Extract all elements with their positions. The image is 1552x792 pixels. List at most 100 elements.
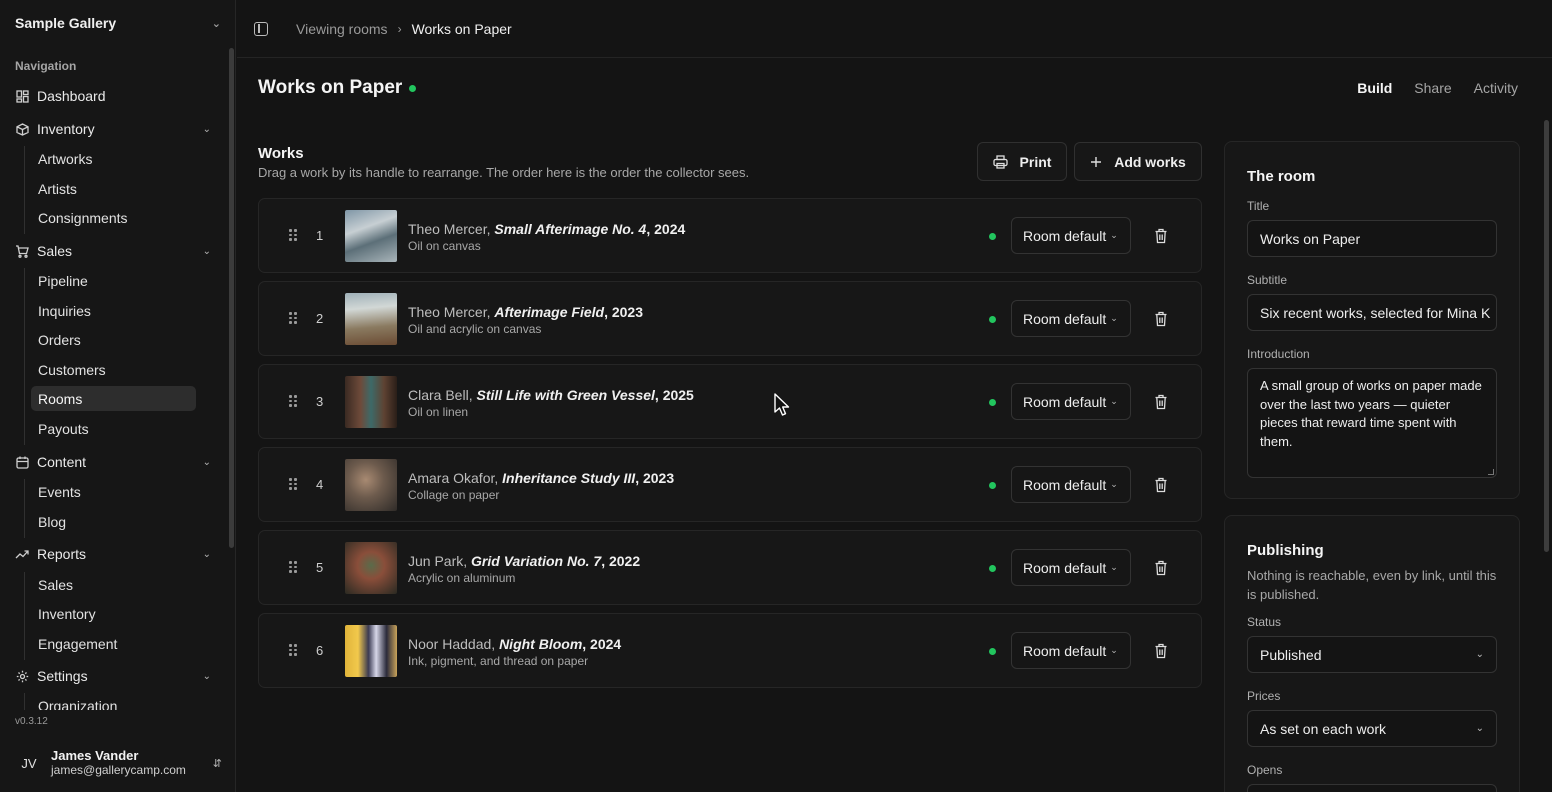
subtitle-label: Subtitle <box>1247 273 1288 287</box>
work-row[interactable]: 6 Noor Haddad, Night Bloom, 2024 Ink, pigm… <box>258 613 1202 688</box>
drag-handle-icon[interactable] <box>289 395 297 407</box>
opens-field[interactable] <box>1247 784 1497 792</box>
work-row[interactable]: 3 Clara Bell, Still Life with Green Vesse… <box>258 364 1202 439</box>
introduction-textarea[interactable]: A small group of works on paper made ove… <box>1247 368 1497 478</box>
drag-handle-icon[interactable] <box>289 478 297 490</box>
tab-activity[interactable]: Activity <box>1474 80 1518 96</box>
cart-icon <box>15 244 29 258</box>
work-row[interactable]: 2 Theo Mercer, Afterimage Field, 2023 Oil … <box>258 281 1202 356</box>
status-dot <box>989 482 996 489</box>
publishing-card: Publishing Nothing is reachable, even by… <box>1224 515 1520 792</box>
sidebar-item-sales[interactable]: Sales ⌄ <box>15 239 211 263</box>
trash-icon[interactable] <box>1154 643 1168 659</box>
artwork-thumbnail[interactable] <box>345 293 397 345</box>
sidebar-item-consignments[interactable]: Consignments <box>31 205 196 230</box>
sidebar-item-customers[interactable]: Customers <box>31 357 196 382</box>
sidebar-item-orders[interactable]: Orders <box>31 327 196 352</box>
sidebar-item-events[interactable]: Events <box>31 479 196 504</box>
sidebar-item-pipeline[interactable]: Pipeline <box>31 268 196 293</box>
artwork-thumbnail[interactable] <box>345 210 397 262</box>
trash-icon[interactable] <box>1154 311 1168 327</box>
sidebar-item-reports-sales[interactable]: Sales <box>31 572 196 597</box>
status-select[interactable]: Published ⌄ <box>1247 636 1497 673</box>
drag-handle-icon[interactable] <box>289 312 297 324</box>
sidebar-scrollbar[interactable] <box>229 48 234 548</box>
add-works-label: Add works <box>1114 153 1186 170</box>
trash-icon[interactable] <box>1154 477 1168 493</box>
sidebar-toggle-icon[interactable] <box>254 22 268 36</box>
price-mode-select[interactable]: Room default ⌄ <box>1011 549 1131 586</box>
org-switcher[interactable]: Sample Gallery ⌄ <box>15 14 221 32</box>
work-medium: Oil on canvas <box>408 239 481 253</box>
sidebar-item-content[interactable]: Content ⌄ <box>15 450 211 474</box>
chevron-down-icon: ⌄ <box>1110 396 1118 406</box>
sidebar-item-payouts[interactable]: Payouts <box>31 416 196 441</box>
price-mode-select[interactable]: Room default ⌄ <box>1011 217 1131 254</box>
chevron-down-icon: ⌄ <box>1475 723 1484 734</box>
price-mode-select[interactable]: Room default ⌄ <box>1011 300 1131 337</box>
chevron-down-icon: ⌄ <box>1110 562 1118 572</box>
trash-icon[interactable] <box>1154 560 1168 576</box>
divider <box>24 268 25 445</box>
price-mode-select[interactable]: Room default ⌄ <box>1011 466 1131 503</box>
artwork-thumbnail[interactable] <box>345 625 397 677</box>
artwork-thumbnail[interactable] <box>345 376 397 428</box>
resize-handle-icon[interactable] <box>1488 469 1494 475</box>
sidebar-item-settings[interactable]: Settings ⌄ <box>15 664 211 688</box>
work-caption: Theo Mercer, Small Afterimage No. 4, 202… <box>408 221 685 237</box>
prices-select[interactable]: As set on each work ⌄ <box>1247 710 1497 747</box>
work-row[interactable]: 1 Theo Mercer, Small Afterimage No. 4, 20… <box>258 198 1202 273</box>
status-dot <box>989 648 996 655</box>
tab-build[interactable]: Build <box>1357 80 1392 96</box>
avatar: JV <box>21 755 37 771</box>
trash-icon[interactable] <box>1154 394 1168 410</box>
work-title: Small Afterimage No. 4 <box>494 221 647 237</box>
work-artist: Theo Mercer, <box>408 221 491 237</box>
sidebar-item-inventory[interactable]: Inventory ⌄ <box>15 117 211 141</box>
trash-icon[interactable] <box>1154 228 1168 244</box>
drag-handle-icon[interactable] <box>289 644 297 656</box>
artwork-thumbnail[interactable] <box>345 459 397 511</box>
sidebar-item-engagement[interactable]: Engagement <box>31 631 196 656</box>
artwork-thumbnail[interactable] <box>345 542 397 594</box>
title-label: Title <box>1247 199 1270 213</box>
subtitle-input[interactable]: Six recent works, selected for Mina K <box>1247 294 1497 331</box>
status-dot <box>409 84 417 92</box>
price-mode-select[interactable]: Room default ⌄ <box>1011 383 1131 420</box>
sidebar-item-dashboard[interactable]: Dashboard <box>15 84 211 108</box>
chevron-down-icon: ⌄ <box>202 670 211 682</box>
sidebar-item-artworks[interactable]: Artworks <box>31 146 196 171</box>
work-position: 3 <box>316 394 324 409</box>
sidebar-item-rooms[interactable]: Rooms <box>31 386 196 411</box>
main-scrollbar[interactable] <box>1544 120 1549 552</box>
price-mode-value: Room default <box>1023 227 1107 244</box>
print-button[interactable]: Print <box>977 142 1067 181</box>
sidebar-item-organization[interactable]: Organization <box>31 693 196 711</box>
tab-share[interactable]: Share <box>1414 80 1451 96</box>
sidebar-item-artists[interactable]: Artists <box>31 176 196 201</box>
introduction-text: A small group of works on paper made ove… <box>1260 378 1482 449</box>
sidebar-item-reports-inventory[interactable]: Inventory <box>31 601 196 626</box>
sidebar-item-reports[interactable]: Reports ⌄ <box>15 542 211 566</box>
work-row[interactable]: 4 Amara Okafor, Inheritance Study III, 20… <box>258 447 1202 522</box>
price-mode-select[interactable]: Room default ⌄ <box>1011 632 1131 669</box>
title-input[interactable]: Works on Paper <box>1247 220 1497 257</box>
work-artist: Noor Haddad, <box>408 636 496 652</box>
app-version: v0.3.12 <box>15 716 48 727</box>
plus-icon <box>1090 156 1102 168</box>
sidebar-item-blog[interactable]: Blog <box>31 509 196 534</box>
work-title: Night Bloom <box>499 636 583 652</box>
work-position: 6 <box>316 643 324 658</box>
work-row[interactable]: 5 Jun Park, Grid Variation No. 7, 2022 Acr… <box>258 530 1202 605</box>
divider <box>24 572 25 660</box>
user-menu[interactable]: JV James Vander james@gallerycamp.com ⇵ <box>14 744 222 782</box>
sidebar-item-inquiries[interactable]: Inquiries <box>31 298 196 323</box>
chevron-down-icon: ⌄ <box>211 17 221 30</box>
breadcrumb-parent[interactable]: Viewing rooms <box>296 21 388 37</box>
mouse-cursor-icon <box>774 393 790 416</box>
add-works-button[interactable]: Add works <box>1074 142 1202 181</box>
drag-handle-icon[interactable] <box>289 229 297 241</box>
works-description: Drag a work by its handle to rearrange. … <box>258 165 750 180</box>
work-caption: Amara Okafor, Inheritance Study III, 202… <box>408 470 674 486</box>
drag-handle-icon[interactable] <box>289 561 297 573</box>
